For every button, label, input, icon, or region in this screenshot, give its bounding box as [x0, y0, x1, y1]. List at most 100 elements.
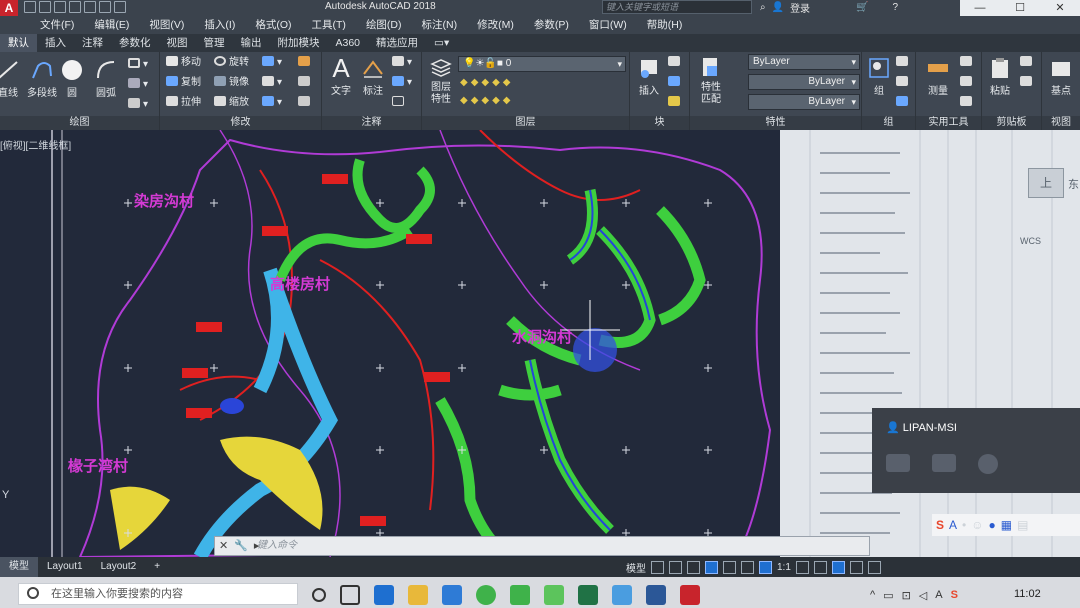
voice-icon[interactable]: ●	[989, 518, 996, 532]
layer-dropdown[interactable]: 💡☀🔓■ 0	[458, 56, 626, 72]
user-icon[interactable]: 👤	[772, 2, 784, 13]
tab-layout2[interactable]: Layout2	[92, 557, 146, 577]
viewcube-east-label[interactable]: 东	[1068, 176, 1079, 192]
plot-icon[interactable]	[84, 1, 96, 13]
keyboard-icon[interactable]	[932, 454, 956, 472]
hatch-tool[interactable]: ▾	[128, 78, 148, 92]
color-dropdown[interactable]: ByLayer	[748, 54, 860, 70]
stretch-tool[interactable]: 拉伸	[166, 96, 201, 110]
gradient-tool[interactable]: ▾	[128, 98, 148, 112]
menu-insert[interactable]: 插入(I)	[194, 16, 245, 34]
clipboard-panel-title[interactable]: 剪贴板	[982, 116, 1041, 130]
menu-window[interactable]: 窗口(W)	[579, 16, 637, 34]
annotation-scale[interactable]: 1:1	[777, 562, 791, 573]
sogou-icon[interactable]: S	[936, 518, 944, 532]
edge-icon[interactable]	[374, 585, 394, 605]
lineweight-icon[interactable]	[741, 560, 754, 574]
file-explorer-icon[interactable]	[408, 585, 428, 605]
viewcube[interactable]: 上	[1028, 168, 1064, 198]
paste-tool[interactable]: 粘贴	[986, 56, 1014, 97]
utilities-panel-title[interactable]: 实用工具	[916, 116, 981, 130]
emoji-icon[interactable]: ☺	[971, 518, 983, 532]
undo-icon[interactable]	[99, 1, 111, 13]
punctuation-icon[interactable]: •	[962, 518, 966, 532]
app-icon[interactable]	[612, 585, 632, 605]
copy-tool[interactable]: 复制	[166, 76, 201, 90]
snap-icon[interactable]	[669, 560, 682, 574]
tab-model[interactable]: 模型	[0, 557, 38, 577]
keyboard-icon[interactable]: ▦	[1001, 518, 1012, 532]
wcs-menu[interactable]: WCS	[1020, 236, 1041, 246]
tab-addins[interactable]: 附加模块	[270, 34, 328, 52]
dimension-tool[interactable]: 标注	[358, 56, 388, 97]
chat-icon[interactable]	[886, 454, 910, 472]
help-search-input[interactable]: 键入关键字或短语	[602, 0, 752, 14]
menu-format[interactable]: 格式(O)	[245, 16, 301, 34]
offset-tool[interactable]	[298, 96, 313, 110]
new-file-icon[interactable]	[24, 1, 36, 13]
explode-tool[interactable]	[298, 76, 313, 90]
scale-tool[interactable]: 缩放	[214, 96, 249, 110]
menu-help[interactable]: 帮助(H)	[637, 16, 693, 34]
store-icon[interactable]	[442, 585, 462, 605]
cart-icon[interactable]: 🛒	[856, 2, 868, 13]
circle-tool[interactable]: 圆	[60, 58, 84, 99]
skin-icon[interactable]: ▤	[1017, 518, 1028, 532]
grid-icon[interactable]	[651, 560, 664, 574]
menu-parametric[interactable]: 参数(P)	[524, 16, 579, 34]
cut-tool[interactable]	[1020, 56, 1035, 70]
copy-clip-tool[interactable]	[1020, 76, 1035, 90]
menu-dimension[interactable]: 标注(N)	[412, 16, 468, 34]
menu-file[interactable]: 文件(F)	[30, 16, 84, 34]
tab-output[interactable]: 输出	[233, 34, 270, 52]
point-tool[interactable]	[960, 56, 975, 70]
app-icon[interactable]	[510, 585, 530, 605]
insert-block-tool[interactable]: 插入	[634, 56, 664, 97]
drawing-viewport[interactable]: [俯视][二维线框] Y 染房沟村 高楼房村 水洞沟村 椽子湾村	[0, 130, 780, 557]
text-tool[interactable]: A 文字	[326, 55, 356, 97]
group-select-tool[interactable]	[896, 96, 911, 110]
modify-panel-title[interactable]: 修改	[160, 116, 321, 130]
open-file-icon[interactable]	[39, 1, 51, 13]
word-icon[interactable]	[646, 585, 666, 605]
viewport-controls[interactable]: [俯视][二维线框]	[0, 137, 71, 152]
task-view-icon[interactable]	[340, 585, 360, 605]
polyline-tool[interactable]: 多段线	[24, 58, 60, 99]
erase-tool[interactable]	[298, 56, 313, 70]
help-icon[interactable]: ?	[893, 2, 899, 13]
autocad-logo-icon[interactable]: A	[0, 0, 18, 16]
move-tool[interactable]: 移动	[166, 56, 201, 70]
group-tool[interactable]: 组	[866, 56, 892, 97]
fullscreen-icon[interactable]	[849, 560, 863, 574]
tab-annotate[interactable]: 注释	[74, 34, 111, 52]
autocad-taskbar-icon[interactable]	[680, 585, 700, 605]
ungroup-tool[interactable]	[896, 56, 911, 70]
groups-panel-title[interactable]: 组	[862, 116, 915, 130]
chevron-up-icon[interactable]: ^	[870, 589, 875, 601]
leader-tool[interactable]: ▾	[392, 56, 412, 70]
save-icon[interactable]	[54, 1, 66, 13]
polar-icon[interactable]	[705, 560, 718, 574]
ime-mode-icon[interactable]: A	[949, 518, 957, 532]
cortana-icon[interactable]	[312, 588, 326, 602]
trim-tool[interactable]: ▾	[262, 56, 282, 70]
binoculars-icon[interactable]: ⌕	[760, 2, 766, 13]
login-button[interactable]: 登录	[790, 0, 810, 15]
array-tool[interactable]: ▾	[262, 96, 282, 110]
sogou-tray-icon[interactable]: S	[951, 589, 958, 601]
osnap-icon[interactable]	[723, 560, 736, 574]
network-icon[interactable]: ⊡	[902, 589, 911, 602]
command-line[interactable]: ✕ 🔧 ▸ 键入命令	[214, 536, 870, 556]
group-edit-tool[interactable]	[896, 76, 911, 90]
measure-tool[interactable]: 测量	[920, 56, 956, 97]
ribbon-toggle-icon[interactable]: ▭▾	[426, 34, 457, 52]
save-as-icon[interactable]	[69, 1, 81, 13]
attribute-tool[interactable]	[668, 96, 683, 110]
menu-modify[interactable]: 修改(M)	[467, 16, 524, 34]
tab-default[interactable]: 默认	[0, 34, 37, 52]
wechat-icon[interactable]	[544, 585, 564, 605]
calc-tool[interactable]	[960, 96, 975, 110]
maximize-icon[interactable]: ☐	[1000, 0, 1040, 16]
taskbar-clock[interactable]: 11:02	[1014, 588, 1041, 600]
tab-a360[interactable]: A360	[328, 34, 369, 52]
